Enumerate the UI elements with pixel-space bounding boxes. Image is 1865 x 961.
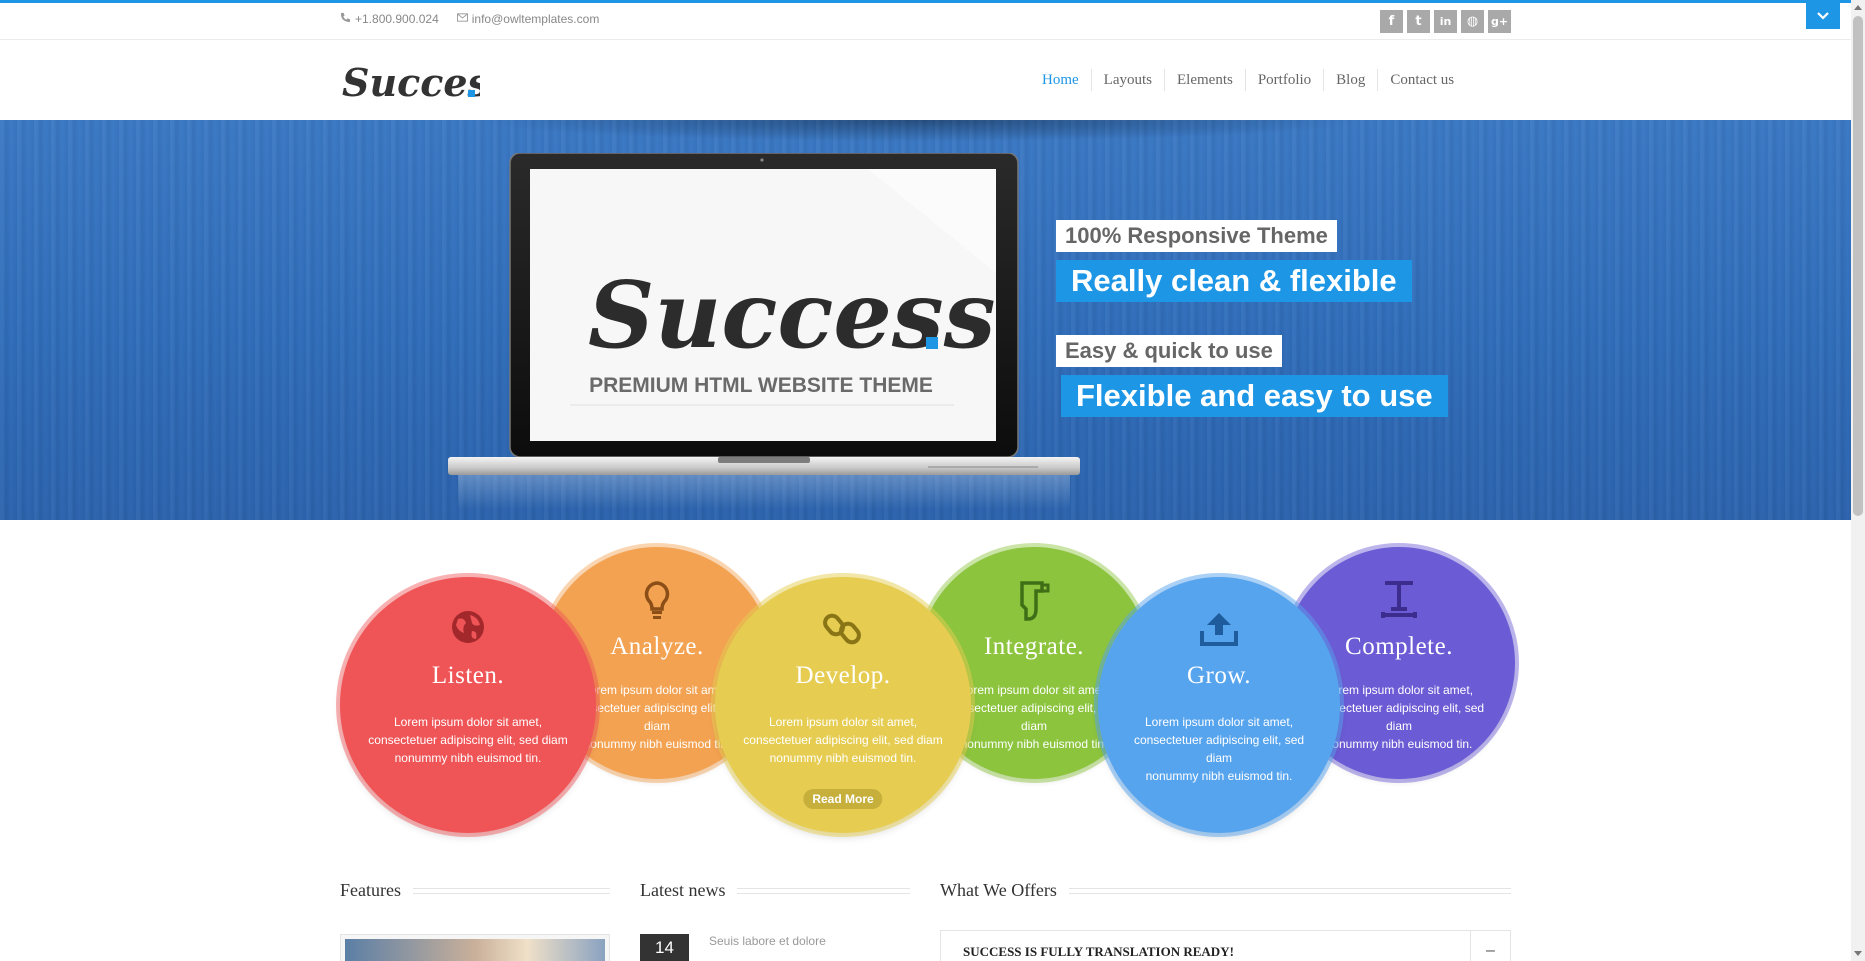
news-date-badge: 14 (640, 934, 689, 961)
googleplus-icon[interactable]: g+ (1488, 10, 1511, 33)
linkedin-icon[interactable]: in (1434, 10, 1457, 33)
news-item-title[interactable]: Seuis labore et dolore (709, 934, 826, 948)
laptop-image: Success PREMIUM HTML WEBSITE THEME (448, 152, 1080, 520)
facebook-icon[interactable]: f (1380, 10, 1403, 33)
circle-title: Develop. (795, 662, 891, 689)
header-shadow (470, 120, 1370, 142)
nav-item-elements[interactable]: Elements (1164, 69, 1245, 91)
circle-title: Listen. (431, 662, 505, 689)
social-links: f t in ◍ g+ (1380, 10, 1511, 33)
offers-title: What We Offers (940, 880, 1057, 900)
site-header: Success Home Layouts Elements Portfolio … (0, 40, 1851, 120)
globe-icon (450, 609, 486, 650)
offer-accordion-item[interactable]: SUCCESS IS FULLY TRANSLATION READY! – (940, 930, 1511, 961)
nav-item-home[interactable]: Home (1030, 69, 1091, 91)
circle-text: Lorem ipsum dolor sit amet, consectetuer… (368, 715, 568, 765)
caption-easy-quick: Easy & quick to use (1056, 335, 1282, 367)
phone-icon (340, 12, 351, 26)
offers-heading: What We Offers (940, 880, 1511, 901)
news-title: Latest news (640, 880, 726, 900)
offer-accordion-label[interactable]: SUCCESS IS FULLY TRANSLATION READY! (963, 944, 1234, 960)
screen-logo-text: Success (588, 261, 996, 369)
page-scrollbar[interactable] (1851, 0, 1865, 961)
nav-item-blog[interactable]: Blog (1323, 69, 1377, 91)
circle-text: Lorem ipsum dolor sit amet, consectetuer… (743, 715, 943, 765)
circle-title: Grow. (1186, 662, 1252, 689)
contact-info: +1.800.900.024 info@owltemplates.com (340, 12, 599, 26)
heading-rule (737, 887, 910, 894)
circle-text: Lorem ipsum dolor sit amet, consectetuer… (1133, 715, 1305, 783)
heading-rule (1068, 887, 1511, 894)
upload-icon (1199, 611, 1239, 652)
logo-dot (468, 90, 475, 97)
hand-icon (1016, 579, 1052, 628)
circle-grow[interactable]: Grow. Lorem ipsum dolor sit amet, consec… (1098, 577, 1340, 833)
link-icon (823, 609, 863, 654)
caption-responsive: 100% Responsive Theme (1056, 220, 1337, 252)
lightbulb-icon (644, 581, 670, 626)
scroll-down-arrow-icon[interactable] (1854, 951, 1862, 956)
features-title: Features (340, 880, 401, 900)
twitter-icon[interactable]: t (1407, 10, 1430, 33)
email-link[interactable]: info@owltemplates.com (472, 12, 600, 26)
logo-text: Success (342, 60, 480, 105)
caption-flexible-easy: Flexible and easy to use (1061, 375, 1448, 417)
scroll-thumb[interactable] (1853, 16, 1863, 516)
read-more-button[interactable]: Read More (803, 789, 883, 809)
phone-number[interactable]: +1.800.900.024 (355, 12, 439, 26)
envelope-icon (456, 12, 468, 26)
nav-item-portfolio[interactable]: Portfolio (1244, 69, 1323, 91)
screen-tagline: PREMIUM HTML WEBSITE THEME (589, 374, 933, 397)
caption-clean-flexible: Really clean & flexible (1056, 260, 1412, 302)
phone-item: +1.800.900.024 (340, 12, 439, 26)
main-nav: Home Layouts Elements Portfolio Blog Con… (1030, 69, 1466, 91)
circle-listen[interactable]: Listen. Lorem ipsum dolor sit amet, cons… (340, 577, 596, 833)
nav-item-layouts[interactable]: Layouts (1090, 69, 1164, 91)
feature-image (345, 939, 605, 961)
panel-toggle-button[interactable] (1806, 3, 1840, 29)
circle-develop[interactable]: Develop. Lorem ipsum dolor sit amet, con… (715, 577, 971, 833)
features-heading: Features (340, 880, 610, 901)
screen-logo-dot (926, 337, 938, 349)
news-heading: Latest news (640, 880, 910, 901)
top-bar: +1.800.900.024 info@owltemplates.com f t… (0, 3, 1851, 40)
heading-rule (412, 887, 610, 894)
dribbble-icon[interactable]: ◍ (1461, 10, 1484, 33)
feature-image-frame[interactable] (340, 934, 610, 961)
scroll-up-arrow-icon[interactable] (1854, 5, 1862, 10)
collapse-toggle-button[interactable]: – (1470, 931, 1510, 961)
chevron-down-icon (1817, 7, 1829, 25)
email-item: info@owltemplates.com (456, 12, 600, 26)
hero-slider: Success PREMIUM HTML WEBSITE THEME 100% … (0, 120, 1851, 520)
nav-item-contact[interactable]: Contact us (1377, 69, 1466, 91)
site-logo[interactable]: Success (340, 52, 510, 108)
text-icon (1379, 579, 1419, 624)
